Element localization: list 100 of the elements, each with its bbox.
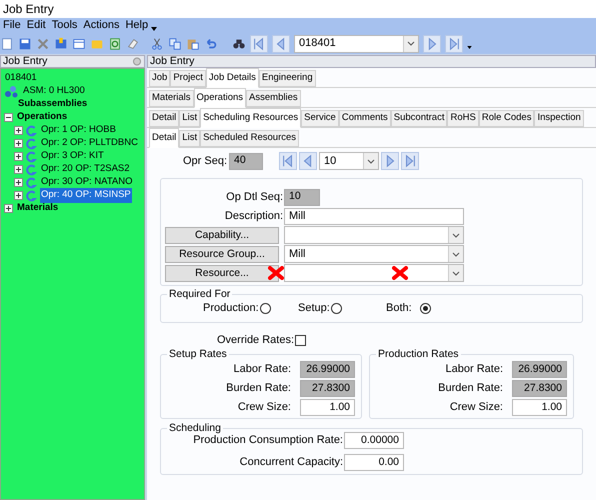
tree-item[interactable]: Opr: 2 OP: PLLTDBNC (40, 136, 139, 151)
expand-toggle-icon[interactable] (14, 126, 23, 135)
paste-icon[interactable] (186, 36, 200, 50)
calendar-icon[interactable] (72, 36, 86, 50)
tab[interactable]: Detail (149, 128, 180, 148)
previous-record-button[interactable] (299, 152, 318, 170)
tree-item[interactable]: 018401 (4, 71, 38, 86)
radio-button[interactable] (330, 303, 342, 314)
tree-item[interactable]: Subassemblies (17, 97, 88, 112)
tree-item[interactable]: Opr: 30 OP: NATANO (40, 175, 134, 190)
tab[interactable]: Engineering (258, 70, 316, 87)
tree-item[interactable]: ASM: 0 HL300 (22, 84, 86, 99)
search-icon[interactable] (232, 36, 246, 50)
last-record-button[interactable] (401, 152, 420, 170)
expand-toggle-icon[interactable] (14, 178, 23, 187)
tab[interactable]: Assemblies (246, 90, 301, 107)
menu-item[interactable]: Tools (48, 17, 80, 34)
tab[interactable]: List (179, 110, 200, 127)
expand-toggle-icon[interactable] (14, 139, 23, 148)
lookup-button[interactable]: Resource... (165, 264, 279, 282)
tree-item[interactable]: Opr: 1 OP: HOBB (40, 123, 117, 138)
tab[interactable]: Materials (149, 90, 194, 107)
copy-icon[interactable] (168, 36, 182, 50)
save-icon[interactable] (18, 36, 32, 50)
field-label: Labor Rate: (446, 362, 503, 378)
field-label: Concurrent Capacity: (238, 455, 344, 470)
tab[interactable]: Service (301, 110, 339, 127)
pin-icon[interactable] (132, 57, 142, 66)
tree-item[interactable]: Opr: 20 OP: T2SAS2 (40, 162, 131, 177)
operation-icon (26, 176, 38, 188)
tree-item[interactable]: Operations (16, 110, 68, 125)
operation-icon (26, 190, 38, 202)
scheduling-field[interactable]: 0.00000 (344, 432, 404, 449)
collapse-toggle-icon[interactable] (4, 113, 13, 122)
menu-item[interactable]: File (0, 17, 24, 34)
tab[interactable]: Inspection (534, 110, 584, 127)
eraser-icon[interactable] (126, 36, 140, 50)
tree-item[interactable]: Materials (16, 201, 60, 216)
operation-icon (26, 164, 38, 176)
panel-title: Job Entry (149, 56, 194, 67)
rate-field[interactable]: 1.00 (300, 399, 355, 416)
cut-icon[interactable] (150, 36, 164, 50)
new-document-icon[interactable] (0, 36, 14, 50)
lookup-dropdown[interactable]: Mill (284, 245, 464, 263)
lookup-button[interactable]: Resource Group... (165, 246, 279, 262)
group-title: Setup Rates (167, 347, 229, 361)
lookup-dropdown[interactable] (284, 264, 464, 282)
radio-button[interactable] (420, 303, 431, 314)
next-record-button[interactable] (423, 34, 441, 52)
radio-label: Both: (386, 301, 412, 316)
book-icon[interactable] (54, 36, 68, 50)
tab[interactable]: Comments (338, 110, 391, 127)
menu-item[interactable]: Help (122, 17, 152, 34)
expand-toggle-icon[interactable] (14, 191, 23, 200)
menu-item[interactable]: Actions (80, 17, 122, 34)
expand-toggle-icon[interactable] (14, 152, 23, 161)
tab[interactable]: Detail (149, 110, 180, 127)
rate-field: 26.99000 (512, 361, 567, 378)
tab[interactable]: List (179, 130, 200, 147)
next-record-button[interactable] (381, 152, 400, 170)
radio-label: Production: (203, 301, 259, 316)
detail-seq-dropdown[interactable]: 10 (319, 152, 380, 170)
tab[interactable]: Project (170, 70, 206, 87)
tab[interactable]: RoHS (447, 110, 479, 127)
first-record-button[interactable] (279, 152, 298, 170)
first-arrow-icon (252, 36, 266, 50)
checkbox[interactable] (295, 334, 306, 346)
scheduling-field[interactable]: 0.00 (344, 454, 404, 471)
overflow-arrow-icon[interactable] (151, 26, 158, 30)
tree-item[interactable]: Opr: 40 OP: MSINSP (40, 188, 132, 203)
refresh-icon[interactable] (108, 36, 122, 50)
panel-title: Job Entry (2, 56, 48, 67)
rate-field: 26.99000 (300, 361, 355, 378)
expand-toggle-icon[interactable] (14, 165, 23, 174)
tree-item[interactable]: Opr: 3 OP: KIT (40, 149, 105, 164)
rate-field: 27.8300 (512, 380, 567, 397)
tab[interactable]: Scheduling Resources (200, 108, 302, 128)
record-dropdown[interactable]: 018401 (294, 34, 419, 52)
operation-icon (26, 138, 38, 150)
field-label: Op Dtl Seq: (225, 190, 284, 205)
tab[interactable]: Job (149, 70, 170, 87)
lookup-button[interactable]: Capability... (165, 226, 279, 244)
rate-field[interactable]: 1.00 (512, 399, 567, 416)
tab[interactable]: Operations (194, 88, 246, 108)
last-arrow-icon (403, 154, 418, 168)
tab[interactable]: Job Details (206, 68, 259, 88)
group-title: Required For (167, 287, 232, 301)
menu-item[interactable]: Edit (24, 17, 49, 34)
tab[interactable]: Scheduled Resources (200, 130, 300, 147)
tab[interactable]: Role Codes (478, 110, 534, 127)
expand-toggle-icon[interactable] (4, 204, 13, 213)
field-label: Description: (224, 208, 284, 224)
description-field[interactable]: Mill (284, 208, 464, 224)
overflow-arrow-icon[interactable] (467, 46, 472, 49)
undo-icon[interactable] (204, 36, 218, 50)
radio-button[interactable] (260, 303, 271, 314)
previous-record-button[interactable] (272, 34, 290, 52)
checkbox-label: Override Rates: (217, 332, 294, 348)
tab[interactable]: Subcontract (390, 110, 448, 127)
op-dtl-seq-field: 10 (284, 188, 320, 206)
